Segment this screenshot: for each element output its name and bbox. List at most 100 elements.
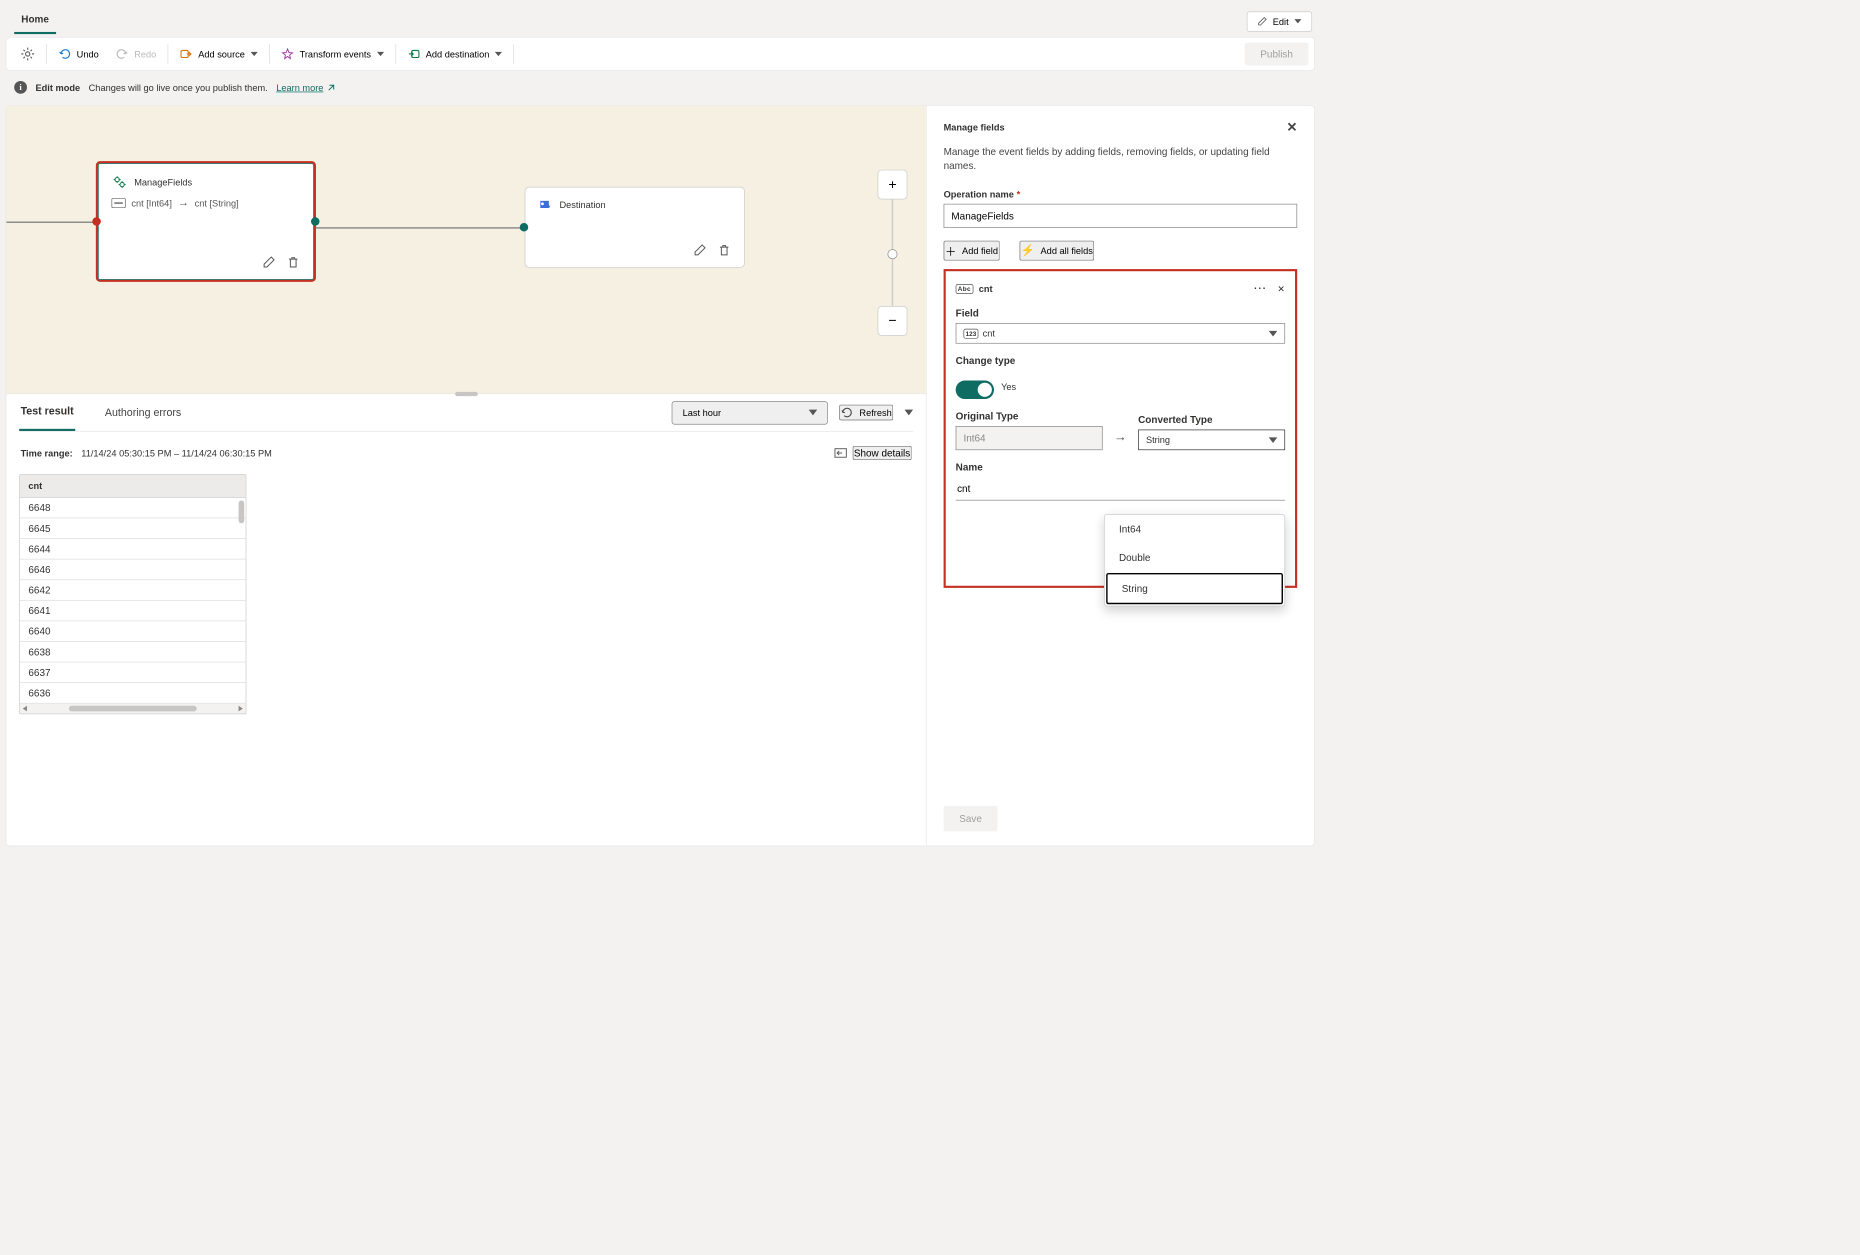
settings-button[interactable]: [12, 43, 43, 66]
close-icon[interactable]: ✕: [1286, 120, 1297, 135]
lower-tabs: Test result Authoring errors Last hour R…: [19, 394, 913, 432]
dropdown-option-string[interactable]: String: [1106, 573, 1283, 604]
name-input[interactable]: [956, 477, 1285, 500]
pencil-icon: [1257, 16, 1267, 26]
add-source-button[interactable]: Add source: [171, 43, 266, 64]
tab-home[interactable]: Home: [14, 9, 56, 34]
output-port[interactable]: [311, 217, 320, 226]
resize-handle[interactable]: [455, 392, 478, 396]
info-icon: i: [14, 81, 27, 94]
transform-icon: [281, 48, 294, 61]
tab-test-result[interactable]: Test result: [19, 394, 75, 431]
destination-node[interactable]: Destination: [525, 187, 745, 268]
add-all-label: Add all fields: [1041, 245, 1093, 256]
add-source-label: Add source: [198, 49, 245, 60]
show-details-button[interactable]: Show details: [852, 446, 911, 460]
trash-icon[interactable]: [717, 243, 731, 257]
zoom-slider[interactable]: [892, 200, 893, 306]
canvas[interactable]: ManageFields cnt [Int64] → cnt [String]: [6, 106, 925, 394]
vertical-scrollbar[interactable]: [239, 501, 245, 524]
manage-fields-node[interactable]: ManageFields cnt [Int64] → cnt [String]: [96, 161, 316, 282]
undo-button[interactable]: Undo: [50, 43, 108, 64]
table-row[interactable]: 6636: [20, 683, 246, 704]
add-field-label: Add field: [962, 245, 998, 256]
zoom-in-button[interactable]: +: [878, 170, 908, 200]
tab-authoring-errors[interactable]: Authoring errors: [103, 395, 182, 430]
table-row[interactable]: 6642: [20, 580, 246, 601]
operation-name-input[interactable]: [944, 204, 1298, 228]
panel-subtitle: Manage the event fields by adding fields…: [944, 145, 1298, 173]
close-icon[interactable]: ✕: [1277, 283, 1285, 294]
field-value: cnt: [983, 328, 995, 339]
learn-more-label: Learn more: [276, 82, 323, 93]
undo-icon: [58, 48, 71, 61]
refresh-icon: [841, 406, 854, 419]
chevron-down-icon: [251, 52, 258, 56]
map-from: cnt [Int64]: [131, 198, 172, 209]
add-all-fields-button[interactable]: ⚡ Add all fields: [1019, 241, 1094, 261]
pencil-icon[interactable]: [262, 255, 276, 269]
info-message: Changes will go live once you publish th…: [89, 82, 268, 93]
time-range-row: Time range: 11/14/24 05:30:15 PM – 11/14…: [19, 432, 913, 475]
time-range-dropdown[interactable]: Last hour: [672, 401, 828, 424]
refresh-label: Refresh: [859, 407, 891, 418]
input-port[interactable]: [92, 217, 101, 226]
zoom-thumb[interactable]: [888, 249, 898, 259]
more-icon[interactable]: ⋯: [1253, 281, 1267, 296]
scroll-right-arrow-icon[interactable]: [239, 706, 243, 712]
number-chip-icon: 123: [963, 329, 978, 339]
node-title: Destination: [559, 199, 605, 210]
table-row[interactable]: 6637: [20, 662, 246, 683]
bolt-icon: ⚡: [1021, 244, 1035, 258]
dropdown-option-double[interactable]: Double: [1105, 543, 1285, 571]
toolbar: Undo Redo Add source Transform events Ad…: [6, 37, 1315, 71]
input-port[interactable]: [520, 223, 529, 232]
panel-title: Manage fields: [944, 122, 1005, 133]
table-row[interactable]: 6644: [20, 539, 246, 560]
table-row[interactable]: 6638: [20, 642, 246, 663]
table-row[interactable]: 6646: [20, 559, 246, 580]
converted-type-dropdown: Int64 Double String: [1104, 514, 1285, 606]
destination-icon: [538, 197, 552, 211]
chevron-down-icon: [377, 52, 384, 56]
lower-panel: Test result Authoring errors Last hour R…: [6, 394, 925, 846]
table-row[interactable]: 6648: [20, 498, 246, 519]
scrollbar-thumb[interactable]: [69, 706, 197, 712]
add-destination-button[interactable]: Add destination: [399, 43, 511, 64]
transform-label: Transform events: [300, 49, 371, 60]
manage-fields-panel: Manage fields ✕ Manage the event fields …: [927, 106, 1315, 846]
undo-label: Undo: [77, 49, 99, 60]
redo-label: Redo: [134, 49, 156, 60]
converted-type-select[interactable]: String: [1138, 430, 1285, 451]
change-type-toggle[interactable]: [956, 381, 994, 399]
field-header: Abc cnt ⋯ ✕: [956, 281, 1285, 296]
grid-column-header[interactable]: cnt: [20, 475, 246, 498]
learn-more-link[interactable]: Learn more: [276, 82, 336, 93]
edge: [316, 227, 525, 228]
refresh-button[interactable]: Refresh: [840, 405, 894, 421]
arrow-right-icon: →: [178, 197, 189, 210]
canvas-column: ManageFields cnt [Int64] → cnt [String]: [6, 106, 926, 846]
converted-type-value: String: [1146, 435, 1170, 446]
table-row[interactable]: 6645: [20, 518, 246, 539]
add-destination-icon: [407, 48, 420, 61]
publish-button: Publish: [1245, 43, 1309, 66]
node-title: ManageFields: [134, 176, 192, 187]
field-select[interactable]: 123 cnt: [956, 323, 1285, 344]
edit-button[interactable]: Edit: [1246, 11, 1312, 32]
original-type-input: [956, 426, 1103, 450]
table-row[interactable]: 6641: [20, 601, 246, 622]
horizontal-scrollbar[interactable]: [20, 704, 246, 714]
add-field-button[interactable]: ＋ Add field: [944, 241, 1000, 261]
transform-events-button[interactable]: Transform events: [273, 43, 393, 64]
scroll-left-arrow-icon[interactable]: [23, 706, 27, 712]
table-row[interactable]: 6640: [20, 621, 246, 642]
toggle-yes-label: Yes: [1001, 381, 1016, 392]
zoom-out-button[interactable]: −: [878, 306, 908, 336]
info-mode: Edit mode: [36, 82, 81, 93]
trash-icon[interactable]: [286, 255, 300, 269]
edge: [6, 222, 95, 223]
chevron-down-icon[interactable]: [905, 410, 914, 416]
pencil-icon[interactable]: [693, 243, 707, 257]
dropdown-option-int64[interactable]: Int64: [1105, 515, 1285, 543]
